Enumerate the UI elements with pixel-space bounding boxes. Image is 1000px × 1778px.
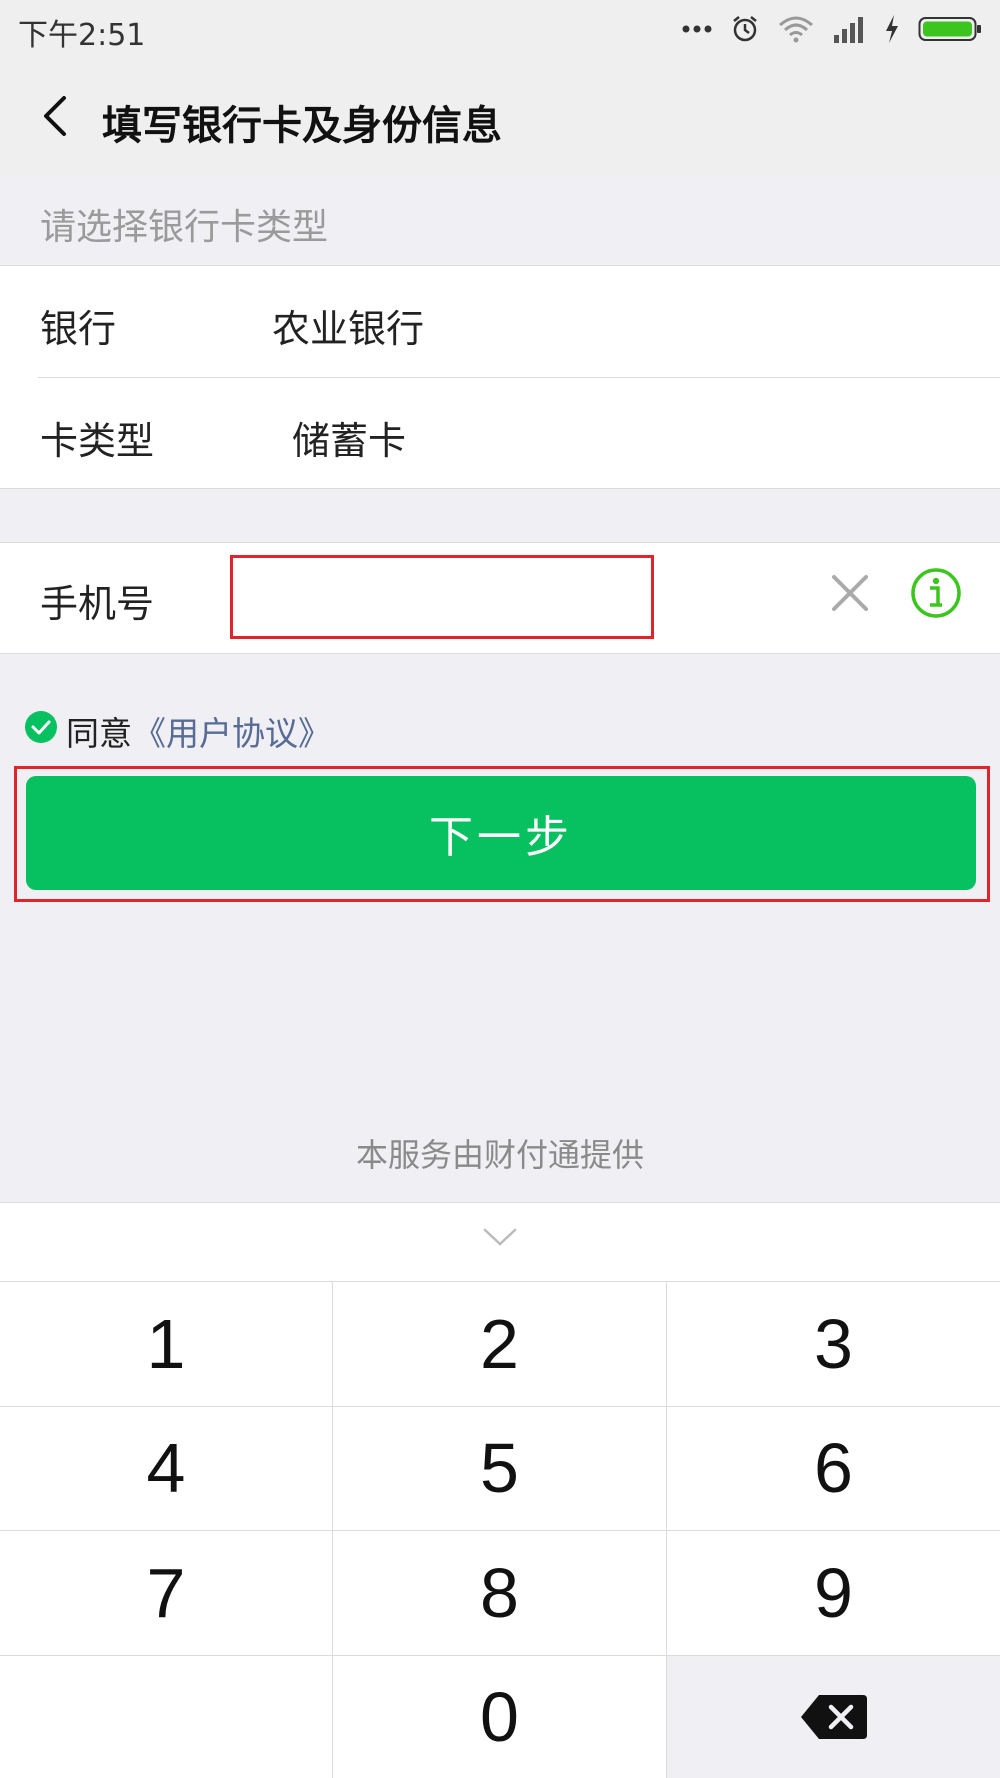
more-dots-icon: [682, 25, 712, 33]
alarm-icon: [733, 16, 757, 42]
key-6[interactable]: 6: [667, 1406, 1000, 1531]
page-title: 填写银行卡及身份信息: [102, 103, 502, 149]
phone-group: 手机号: [0, 542, 1000, 654]
bank-value: 农业银行: [272, 307, 425, 351]
wifi-icon: [779, 16, 813, 43]
bank-row[interactable]: 银行 农业银行: [0, 266, 1000, 377]
provider-text: 本服务由财付通提供: [355, 1136, 644, 1174]
status-icons: [682, 12, 982, 46]
phone-label: 手机号: [40, 582, 155, 626]
numeric-keypad: 1 2 3 4 5 6 7 8 9 0: [0, 1202, 1000, 1778]
info-icon[interactable]: [910, 567, 962, 619]
phone-input[interactable]: [230, 555, 654, 639]
status-bar: 下午2:51: [0, 0, 1000, 58]
card-type-value: 储蓄卡: [292, 419, 407, 463]
clear-icon[interactable]: [828, 571, 872, 615]
next-step-button[interactable]: 下一步: [26, 776, 976, 890]
section-hint: 请选择银行卡类型: [40, 207, 329, 248]
keypad-grid: 1 2 3 4 5 6 7 8 9 0: [0, 1281, 1000, 1778]
status-time: 下午2:51: [18, 18, 146, 53]
card-type-row[interactable]: 卡类型 储蓄卡: [0, 378, 1000, 489]
user-agreement-link[interactable]: 《用户协议》: [133, 707, 331, 755]
card-type-group: 银行 农业银行 卡类型 储蓄卡: [0, 265, 1000, 489]
key-2[interactable]: 2: [333, 1282, 667, 1407]
key-0[interactable]: 0: [333, 1655, 667, 1778]
key-5[interactable]: 5: [333, 1406, 667, 1531]
card-type-label: 卡类型: [40, 419, 155, 463]
key-3[interactable]: 3: [667, 1282, 1000, 1407]
agree-check-icon[interactable]: [24, 710, 58, 744]
signal-icon: [834, 17, 863, 43]
battery-icon: [918, 17, 981, 41]
key-4[interactable]: 4: [0, 1406, 333, 1531]
agree-text: 同意: [66, 714, 132, 753]
header-bar: 填写银行卡及身份信息: [0, 58, 1000, 176]
back-arrow-icon[interactable]: [34, 88, 74, 144]
key-9[interactable]: 9: [667, 1531, 1000, 1656]
key-blank: [0, 1655, 333, 1778]
collapse-keyboard-icon[interactable]: [482, 1225, 518, 1249]
key-8[interactable]: 8: [333, 1531, 667, 1656]
key-7[interactable]: 7: [0, 1531, 333, 1656]
bank-label: 银行: [40, 307, 117, 351]
delete-key[interactable]: [667, 1655, 1000, 1778]
charging-icon: [886, 15, 898, 43]
key-1[interactable]: 1: [0, 1282, 333, 1407]
backspace-icon: [800, 1695, 867, 1740]
